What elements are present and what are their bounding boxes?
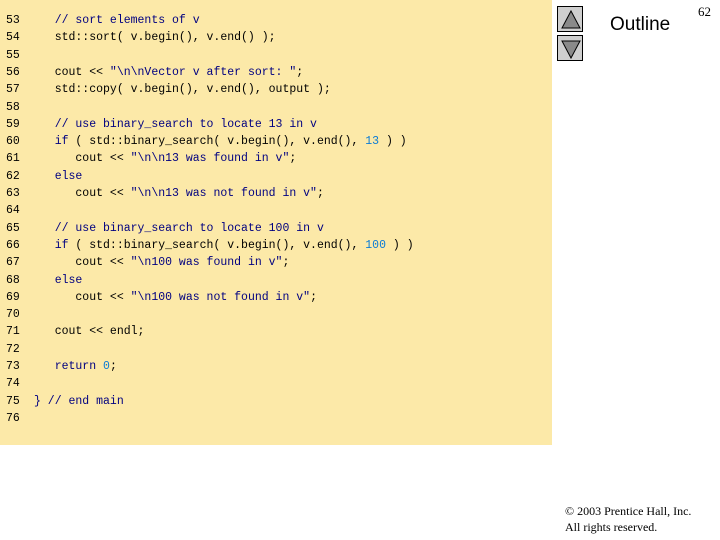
code-line: 70 <box>6 306 34 323</box>
code-token-keyword: return <box>34 360 97 373</box>
code-token-plain: cout << <box>34 256 131 270</box>
code-line: 62 else <box>6 168 82 185</box>
line-number: 56 <box>6 65 20 79</box>
line-number: 62 <box>6 169 20 183</box>
code-line: 73 return 0; <box>6 358 117 375</box>
next-slide-button[interactable] <box>557 35 583 61</box>
line-number: 58 <box>6 100 20 114</box>
code-token-string: "\n100 was not found in v" <box>130 290 311 304</box>
line-number: 66 <box>6 238 20 252</box>
line-number: 55 <box>6 48 20 62</box>
code-line: 65 // use binary_search to locate 100 in… <box>6 220 324 237</box>
line-number: 57 <box>6 83 20 97</box>
code-line: 68 else <box>6 272 82 289</box>
code-line: 57 std::copy( v.begin(), v.end(), output… <box>6 81 331 98</box>
code-token-plain: cout << <box>34 290 131 304</box>
line-number: 54 <box>6 31 20 45</box>
code-token-string: "\n\nVector v after sort: " <box>109 65 297 79</box>
line-number: 72 <box>6 342 20 356</box>
code-line: 72 <box>6 341 34 358</box>
copyright-notice: © 2003 Prentice Hall, Inc. All rights re… <box>565 503 691 535</box>
code-line: 64 <box>6 202 34 219</box>
page-number: 62 <box>698 4 711 19</box>
triangle-down-icon <box>561 40 581 60</box>
code-token-plain: cout << <box>34 187 131 200</box>
line-number: 59 <box>6 117 20 131</box>
outline-label[interactable]: Outline <box>610 14 670 36</box>
code-line: 60 if ( std::binary_search( v.begin(), v… <box>6 133 407 150</box>
code-token-plain: ; <box>289 152 297 166</box>
code-token-plain: ( std::binary_search( v.begin(), v.end()… <box>68 238 366 252</box>
code-token-plain: ( std::binary_search( v.begin(), v.end()… <box>68 135 366 149</box>
code-line: 71 cout << endl; <box>6 323 144 340</box>
code-line: 55 <box>6 47 34 64</box>
code-token-plain: ; <box>310 290 317 304</box>
line-number: 64 <box>6 204 20 218</box>
code-token-string: "\n\n13 was found in v" <box>130 152 290 166</box>
code-token-comment: } // end main <box>34 394 124 408</box>
line-number: 75 <box>6 394 20 408</box>
code-token-plain: cout << <box>34 152 131 166</box>
line-number: 70 <box>6 308 20 322</box>
code-panel: 53 // sort elements of v 54 std::sort( v.… <box>0 0 552 445</box>
code-line: 59 // use binary_search to locate 13 in … <box>6 116 317 133</box>
line-number: 74 <box>6 377 20 391</box>
code-token-plain: ; <box>296 65 304 79</box>
line-number: 69 <box>6 290 20 304</box>
line-number: 73 <box>6 360 20 373</box>
code-token-number: 0 <box>103 360 110 373</box>
code-line: 53 // sort elements of v <box>6 12 200 29</box>
code-line: 67 cout << "\n100 was found in v"; <box>6 254 289 271</box>
code-line: 66 if ( std::binary_search( v.begin(), v… <box>6 237 414 254</box>
code-token-comment: // use binary_search to locate 100 in v <box>34 221 324 235</box>
code-token-plain: std::copy( v.begin(), v.end(), output ); <box>34 83 331 97</box>
triangle-up-icon <box>561 9 581 29</box>
code-token-plain: ) ) <box>385 238 414 252</box>
line-number: 76 <box>6 411 20 425</box>
code-token-number: 100 <box>365 238 386 252</box>
code-token-plain: ) ) <box>379 135 407 149</box>
code-token-plain: ; <box>316 187 324 200</box>
line-number: 68 <box>6 273 20 287</box>
code-line: 61 cout << "\n\n13 was found in v"; <box>6 150 296 167</box>
line-number: 71 <box>6 325 20 339</box>
code-line: 63 cout << "\n\n13 was not found in v"; <box>6 185 324 202</box>
code-token-comment: // sort elements of v <box>34 14 200 27</box>
code-token-plain: ; <box>109 360 117 373</box>
code-line: 76 <box>6 410 34 427</box>
previous-slide-button[interactable] <box>557 6 583 32</box>
copyright-line-1: © 2003 Prentice Hall, Inc. <box>565 504 692 518</box>
code-token-keyword: if <box>34 238 69 252</box>
copyright-line-2: All rights reserved. <box>565 520 658 534</box>
code-token-number: 13 <box>365 135 380 149</box>
code-token-comment: // use binary_search to locate 13 in v <box>34 117 317 131</box>
code-token-string: "\n\n13 was not found in v" <box>130 187 317 200</box>
code-token-plain: std::sort( v.begin(), v.end() ); <box>34 31 276 45</box>
line-number: 53 <box>6 14 20 27</box>
code-token-keyword: if <box>34 135 69 149</box>
line-number: 61 <box>6 152 20 166</box>
code-line: 69 cout << "\n100 was not found in v"; <box>6 289 317 306</box>
code-token-plain: ; <box>282 256 290 270</box>
code-line: 75 } // end main <box>6 393 124 410</box>
code-line: 56 cout << "\n\nVector v after sort: "; <box>6 64 303 81</box>
code-token-string: "\n100 was found in v" <box>130 256 283 270</box>
line-number: 65 <box>6 221 20 235</box>
line-number: 60 <box>6 135 20 149</box>
code-line: 58 <box>6 99 34 116</box>
code-line: 74 <box>6 375 34 392</box>
code-token-plain: cout << <box>34 65 110 79</box>
line-number: 63 <box>6 187 20 200</box>
code-token-plain: cout << endl; <box>34 325 145 339</box>
code-token-keyword: else <box>34 169 83 183</box>
code-token-keyword: else <box>34 273 83 287</box>
code-line: 54 std::sort( v.begin(), v.end() ); <box>6 29 276 46</box>
line-number: 67 <box>6 256 20 270</box>
